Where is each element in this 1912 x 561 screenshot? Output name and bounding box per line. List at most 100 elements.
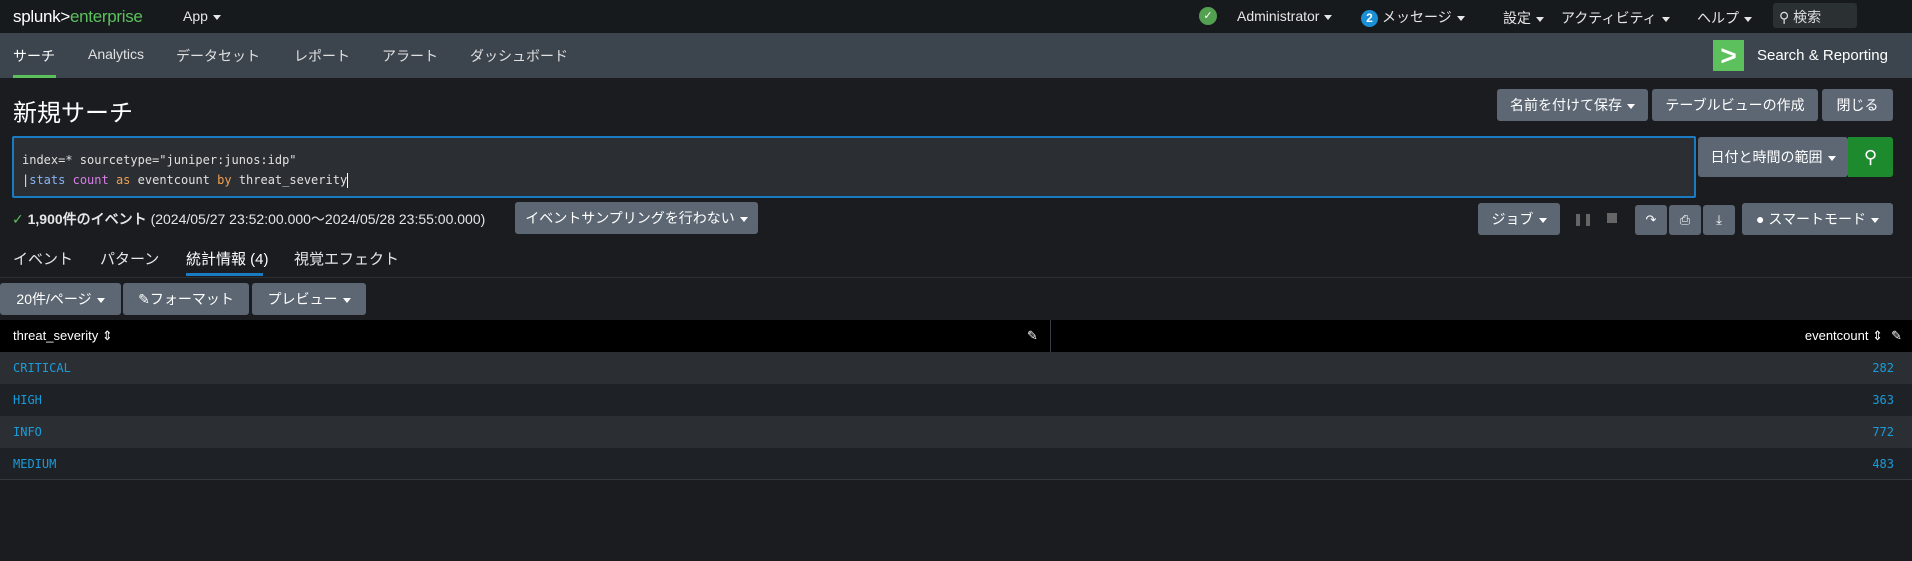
app-menu-label: App: [183, 8, 208, 24]
event-count: 1,900件のイベント: [27, 211, 147, 227]
share-icon: ↷: [1645, 212, 1657, 227]
job-menu[interactable]: ジョブ: [1478, 203, 1560, 235]
search-icon: ⚲: [1863, 147, 1878, 167]
nav-datasets[interactable]: データセット: [176, 46, 260, 66]
bulb-icon: ●: [1756, 211, 1769, 227]
time-range-picker[interactable]: 日付と時間の範囲: [1698, 137, 1848, 177]
count-cell[interactable]: 772: [1872, 425, 1894, 439]
message-count-badge: 2: [1361, 10, 1378, 27]
caret-down-icon: [1536, 16, 1544, 22]
caret-down-icon: [1324, 14, 1333, 20]
settings-label: 設定: [1503, 10, 1531, 26]
table-row: MEDIUM 483: [0, 448, 1912, 480]
tab-events[interactable]: イベント: [13, 248, 73, 269]
caret-down-icon: [1661, 16, 1670, 22]
splunk-logo[interactable]: splunk>enterprise: [13, 7, 143, 27]
severity-cell[interactable]: HIGH: [13, 393, 42, 407]
count-cell[interactable]: 363: [1872, 393, 1894, 407]
nav-reports[interactable]: レポート: [294, 46, 350, 66]
close-button[interactable]: 閉じる: [1822, 89, 1893, 121]
search-mode-menu[interactable]: ● スマートモード: [1742, 203, 1893, 235]
export-button[interactable]: ⤓: [1703, 205, 1735, 235]
user-menu[interactable]: Administrator: [1237, 8, 1333, 24]
per-page-dropdown[interactable]: 20件/ページ: [0, 283, 121, 315]
pause-icon[interactable]: ❚❚: [1573, 212, 1593, 226]
search-submit-button[interactable]: ⚲: [1848, 137, 1893, 177]
query-line-1: index=* sourcetype="juniper:junos:idp": [22, 153, 297, 167]
tab-patterns[interactable]: パターン: [100, 248, 159, 269]
nav-alerts[interactable]: アラート: [382, 46, 438, 66]
preview-dropdown[interactable]: プレビュー: [252, 283, 366, 315]
check-icon: ✓: [12, 211, 24, 227]
caret-down-icon: [1538, 217, 1547, 223]
edit-column-icon[interactable]: ✎: [1891, 328, 1902, 344]
caret-down-icon: [212, 14, 221, 20]
table-row: HIGH 363: [0, 384, 1912, 416]
caret-down-icon: [1870, 217, 1879, 223]
tab-visualization[interactable]: 視覚エフェクト: [294, 248, 399, 269]
column-header-eventcount[interactable]: eventcount ⇕: [1805, 328, 1883, 344]
sort-icon: ⇕: [1872, 328, 1883, 343]
severity-cell[interactable]: INFO: [13, 425, 42, 439]
count-cell[interactable]: 483: [1872, 457, 1894, 471]
column-divider: [1050, 320, 1051, 352]
help-label: ヘルプ: [1697, 10, 1739, 26]
health-ok-icon[interactable]: ✓: [1199, 7, 1217, 25]
edit-column-icon[interactable]: ✎: [1027, 328, 1038, 344]
query-line-2: |stats count as eventcount by threat_sev…: [22, 173, 349, 188]
caret-down-icon: [1627, 103, 1635, 109]
severity-cell[interactable]: MEDIUM: [13, 457, 56, 471]
caret-down-icon: [96, 297, 105, 303]
download-icon: ⤓: [1716, 212, 1722, 227]
activity-label: アクティビティ: [1561, 10, 1657, 26]
table-row: CRITICAL 282: [0, 352, 1912, 384]
stop-icon[interactable]: [1607, 213, 1617, 223]
save-as-button[interactable]: 名前を付けて保存: [1497, 89, 1648, 121]
activity-menu[interactable]: アクティビティ: [1561, 8, 1670, 28]
caret-down-icon: [1456, 15, 1465, 21]
logo-sub: enterprise: [69, 7, 143, 26]
result-status: ✓ 1,900件のイベント (2024/05/27 23:52:00.000〜2…: [12, 209, 485, 229]
share-button[interactable]: ↷: [1635, 205, 1667, 235]
nav-search[interactable]: サーチ: [13, 46, 55, 66]
top-bar: splunk>enterprise App ✓ Administrator 2メ…: [0, 0, 1912, 33]
app-menu[interactable]: App: [183, 8, 221, 24]
search-placeholder: 検索: [1793, 9, 1822, 25]
help-menu[interactable]: ヘルプ: [1697, 8, 1752, 28]
caret-down-icon: [342, 297, 351, 303]
nav-dashboards[interactable]: ダッシュボード: [470, 46, 568, 66]
caret-down-icon: [1744, 16, 1752, 22]
app-nav: [0, 33, 1912, 78]
caret-down-icon: [1827, 155, 1836, 161]
pencil-icon: ✎: [138, 291, 150, 307]
event-sampling-dropdown[interactable]: イベントサンプリングを行わない: [515, 202, 758, 234]
nav-selected-indicator: [13, 75, 56, 78]
count-cell[interactable]: 282: [1872, 361, 1894, 375]
nav-analytics[interactable]: Analytics: [88, 46, 144, 62]
page-title: 新規サーチ: [13, 100, 133, 127]
severity-cell[interactable]: CRITICAL: [13, 361, 71, 375]
search-icon: ⚲: [1779, 9, 1794, 25]
app-logo-icon: >: [1713, 40, 1744, 71]
caret-down-icon: [739, 216, 748, 222]
column-header-threat-severity[interactable]: threat_severity ⇕: [13, 328, 113, 344]
format-button[interactable]: ✎フォーマット: [123, 283, 249, 315]
text-cursor: [347, 173, 349, 188]
logo-main: splunk>: [13, 7, 70, 26]
user-label: Administrator: [1237, 8, 1320, 24]
create-table-view-button[interactable]: テーブルビューの作成: [1652, 89, 1818, 121]
tab-selected-indicator: [186, 273, 263, 276]
global-search-input[interactable]: ⚲ 検索: [1773, 3, 1857, 28]
sort-icon: ⇕: [101, 328, 113, 343]
search-query-input[interactable]: index=* sourcetype="juniper:junos:idp" |…: [12, 136, 1696, 198]
time-range-text: (2024/05/27 23:52:00.000〜2024/05/28 23:5…: [150, 211, 486, 227]
messages-menu[interactable]: 2 メッセージ: [1361, 7, 1465, 27]
messages-label: メッセージ: [1382, 9, 1452, 25]
print-button[interactable]: ⎙: [1669, 205, 1701, 235]
settings-menu[interactable]: 設定: [1503, 8, 1544, 28]
tab-statistics[interactable]: 統計情報 (4): [186, 248, 269, 269]
table-row: INFO 772: [0, 416, 1912, 448]
tab-divider: [0, 277, 1912, 278]
print-icon: ⎙: [1679, 212, 1691, 227]
table-header: threat_severity ⇕ ✎ eventcount ⇕ ✎: [0, 320, 1912, 352]
